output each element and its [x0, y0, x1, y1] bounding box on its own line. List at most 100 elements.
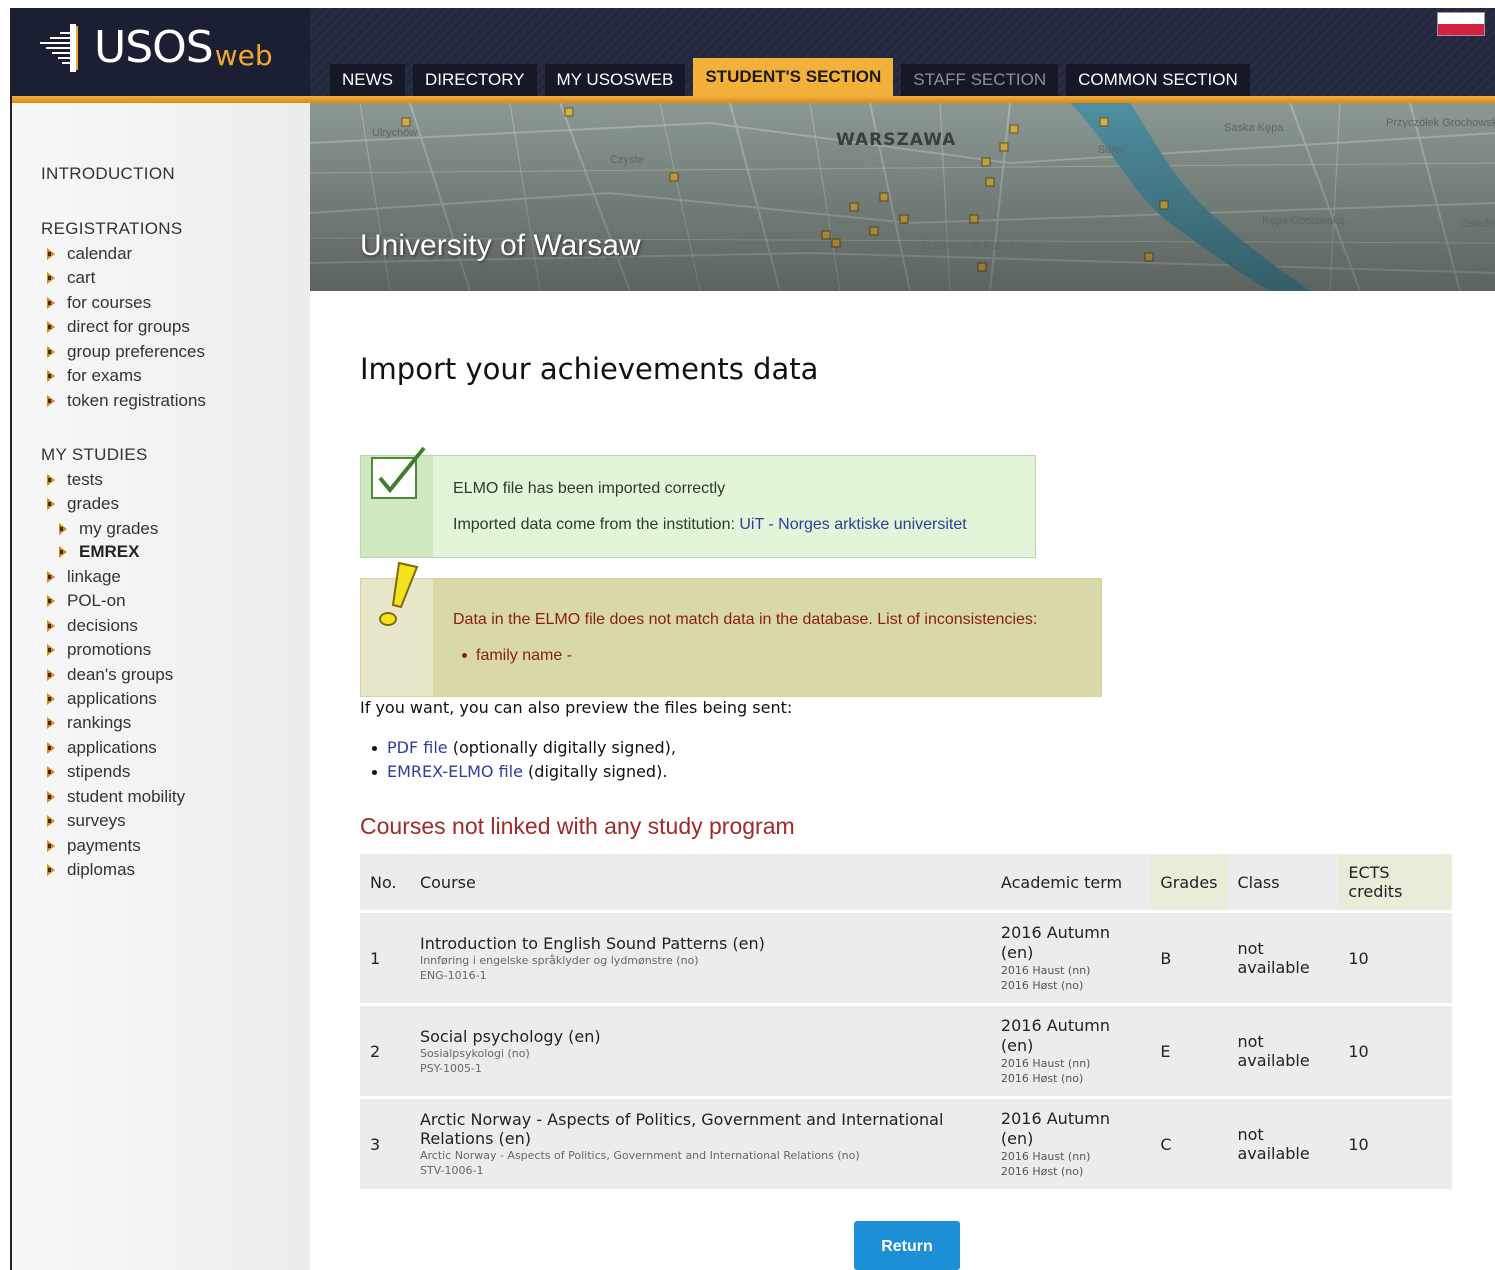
sidebar-item-token-registrations[interactable]: token registrations — [47, 391, 206, 411]
tab-common-section[interactable]: COMMON SECTION — [1066, 64, 1250, 96]
sidebar: INTRODUCTION REGISTRATIONS calendar cart… — [12, 103, 310, 1270]
sidebar-item-label: my grades — [79, 519, 159, 538]
cell-no: 1 — [360, 910, 410, 1005]
sidebar-item-label: token registrations — [67, 391, 206, 410]
cell-course: Arctic Norway - Aspects of Politics, Gov… — [409, 1096, 991, 1189]
sidebar-item-for-exams[interactable]: for exams — [47, 366, 142, 386]
cell-grade: C — [1150, 1096, 1228, 1189]
bullet-icon — [47, 346, 55, 358]
sidebar-item-calendar[interactable]: calendar — [47, 244, 132, 264]
sidebar-item-diplomas[interactable]: diplomas — [47, 860, 135, 880]
sidebar-item-linkage[interactable]: linkage — [47, 567, 121, 587]
cell-class: not available — [1227, 910, 1339, 1005]
sidebar-item-label: student mobility — [67, 787, 186, 806]
sidebar-item-tests[interactable]: tests — [47, 470, 103, 490]
sidebar-item-applications[interactable]: applications — [47, 689, 157, 709]
usosweb-logo[interactable]: USOS web — [32, 18, 273, 78]
table-row: 2 Social psychology (en) Sosialpsykologi… — [360, 1003, 1452, 1098]
bullet-icon — [47, 717, 55, 729]
elmo-file-link[interactable]: EMREX-ELMO file — [387, 762, 523, 781]
preview-intro: If you want, you can also preview the fi… — [360, 698, 793, 717]
pdf-file-link[interactable]: PDF file — [387, 738, 448, 757]
sidebar-item-cart[interactable]: cart — [47, 268, 95, 288]
sidebar-item-label: rankings — [67, 713, 132, 732]
sidebar-item-label: linkage — [67, 567, 121, 586]
bullet-dot — [462, 653, 467, 659]
course-name-no: Innføring i engelske språklyder og lydmø… — [419, 953, 699, 967]
col-header-ects: ECTS credits — [1338, 854, 1452, 912]
sidebar-item-pol-on[interactable]: POL-on — [47, 591, 126, 611]
sidebar-item-label: promotions — [67, 640, 152, 659]
logo-area[interactable]: USOS web — [12, 8, 310, 96]
sidebar-item-label: group preferences — [67, 342, 205, 361]
tab-news[interactable]: NEWS — [330, 64, 405, 96]
sidebar-item-label: cart — [67, 268, 96, 287]
sidebar-item-stipends[interactable]: stipends — [47, 762, 130, 782]
sidebar-item-decisions[interactable]: decisions — [47, 616, 138, 636]
cell-ects: 10 — [1338, 1003, 1452, 1098]
logo-wing-icon — [40, 24, 78, 72]
bullet-icon — [47, 864, 55, 876]
course-name: Social psychology (en) — [419, 1026, 601, 1046]
sidebar-item-for-courses[interactable]: for courses — [47, 293, 151, 313]
return-button[interactable]: Return — [854, 1221, 960, 1270]
sidebar-item-label: EMREX — [79, 542, 140, 561]
tab-staff-section[interactable]: STAFF SECTION — [901, 64, 1059, 96]
table-header-row: No. Course Academic term Grades Class EC… — [360, 854, 1452, 912]
sidebar-item-my-grades[interactable]: my grades — [59, 519, 158, 539]
warning-message: Data in the ELMO file does not match dat… — [360, 561, 1102, 697]
sidebar-item-payments[interactable]: payments — [47, 836, 141, 856]
cell-ects: 10 — [1338, 910, 1452, 1005]
polish-flag-icon[interactable] — [1437, 12, 1485, 36]
institution-prefix: Imported data come from the institution: — [453, 516, 740, 533]
map-label-czyste: Czyste — [610, 154, 644, 166]
map-label-warszawa: WARSZAWA — [836, 130, 956, 150]
tab-directory[interactable]: DIRECTORY — [413, 64, 537, 96]
bullet-icon — [47, 791, 55, 803]
sidebar-item-surveys[interactable]: surveys — [47, 811, 126, 831]
bullet-icon — [47, 840, 55, 852]
cell-course: Social psychology (en) Sosialpsykologi (… — [409, 1003, 991, 1098]
sidebar-item-promotions[interactable]: promotions — [47, 640, 151, 660]
bullet-icon — [47, 321, 55, 333]
bullet-icon — [47, 644, 55, 656]
sidebar-item-label: applications — [67, 738, 157, 757]
sidebar-heading-registrations[interactable]: REGISTRATIONS — [41, 219, 183, 239]
bullet-icon — [47, 272, 55, 284]
university-name: University of Warsaw — [360, 229, 641, 262]
tab-students-section[interactable]: STUDENT'S SECTION — [693, 58, 894, 96]
sidebar-item-grades[interactable]: grades — [47, 494, 119, 514]
institution-link[interactable]: UiT - Norges arktiske universitet — [739, 516, 966, 533]
cell-term: 2016 Autumn (en) 2016 Haust (nn) 2016 Hø… — [990, 1003, 1151, 1098]
term-no: 2016 Høst (no) — [1000, 979, 1084, 992]
sidebar-item-direct-for-groups[interactable]: direct for groups — [47, 317, 190, 337]
institution-line: Imported data come from the institution:… — [453, 516, 967, 534]
cell-no: 2 — [360, 1003, 410, 1098]
bullet-icon — [47, 248, 55, 260]
import-success-text: ELMO file has been imported correctly — [453, 480, 726, 497]
sidebar-heading-my-studies[interactable]: MY STUDIES — [41, 445, 148, 465]
inconsistency-item-label: family name - — [476, 647, 573, 664]
sidebar-item-rankings[interactable]: rankings — [47, 713, 131, 733]
cell-class: not available — [1227, 1096, 1339, 1189]
logo-text: USOS — [94, 22, 214, 73]
sidebar-item-applications-2[interactable]: applications — [47, 738, 157, 758]
sidebar-item-label: applications — [67, 689, 157, 708]
bullet-icon — [47, 669, 55, 681]
sidebar-item-label: POL-on — [67, 591, 126, 610]
warsaw-map-banner: Ulrychów Czyste Solec Saska Kępa Przyczó… — [310, 103, 1495, 291]
col-header-academic-term: Academic term — [990, 854, 1151, 912]
sidebar-item-deans-groups[interactable]: dean's groups — [47, 665, 173, 685]
course-code: PSY-1005-1 — [419, 1061, 482, 1075]
success-message-side — [361, 446, 433, 557]
course-name-no: Sosialpsykologi (no) — [419, 1046, 530, 1060]
tab-my-usosweb[interactable]: MY USOSWEB — [544, 64, 686, 96]
cell-class: not available — [1227, 1003, 1339, 1098]
sidebar-item-label: for courses — [67, 293, 152, 312]
sidebar-item-emrex[interactable]: EMREX — [59, 542, 139, 562]
sidebar-item-student-mobility[interactable]: student mobility — [47, 787, 185, 807]
map-label-przyczolek: Przyczółek Grochowski — [1386, 117, 1495, 129]
sidebar-item-group-preferences[interactable]: group preferences — [47, 342, 205, 362]
sidebar-introduction[interactable]: INTRODUCTION — [41, 164, 175, 184]
section-title: Courses not linked with any study progra… — [360, 813, 795, 839]
